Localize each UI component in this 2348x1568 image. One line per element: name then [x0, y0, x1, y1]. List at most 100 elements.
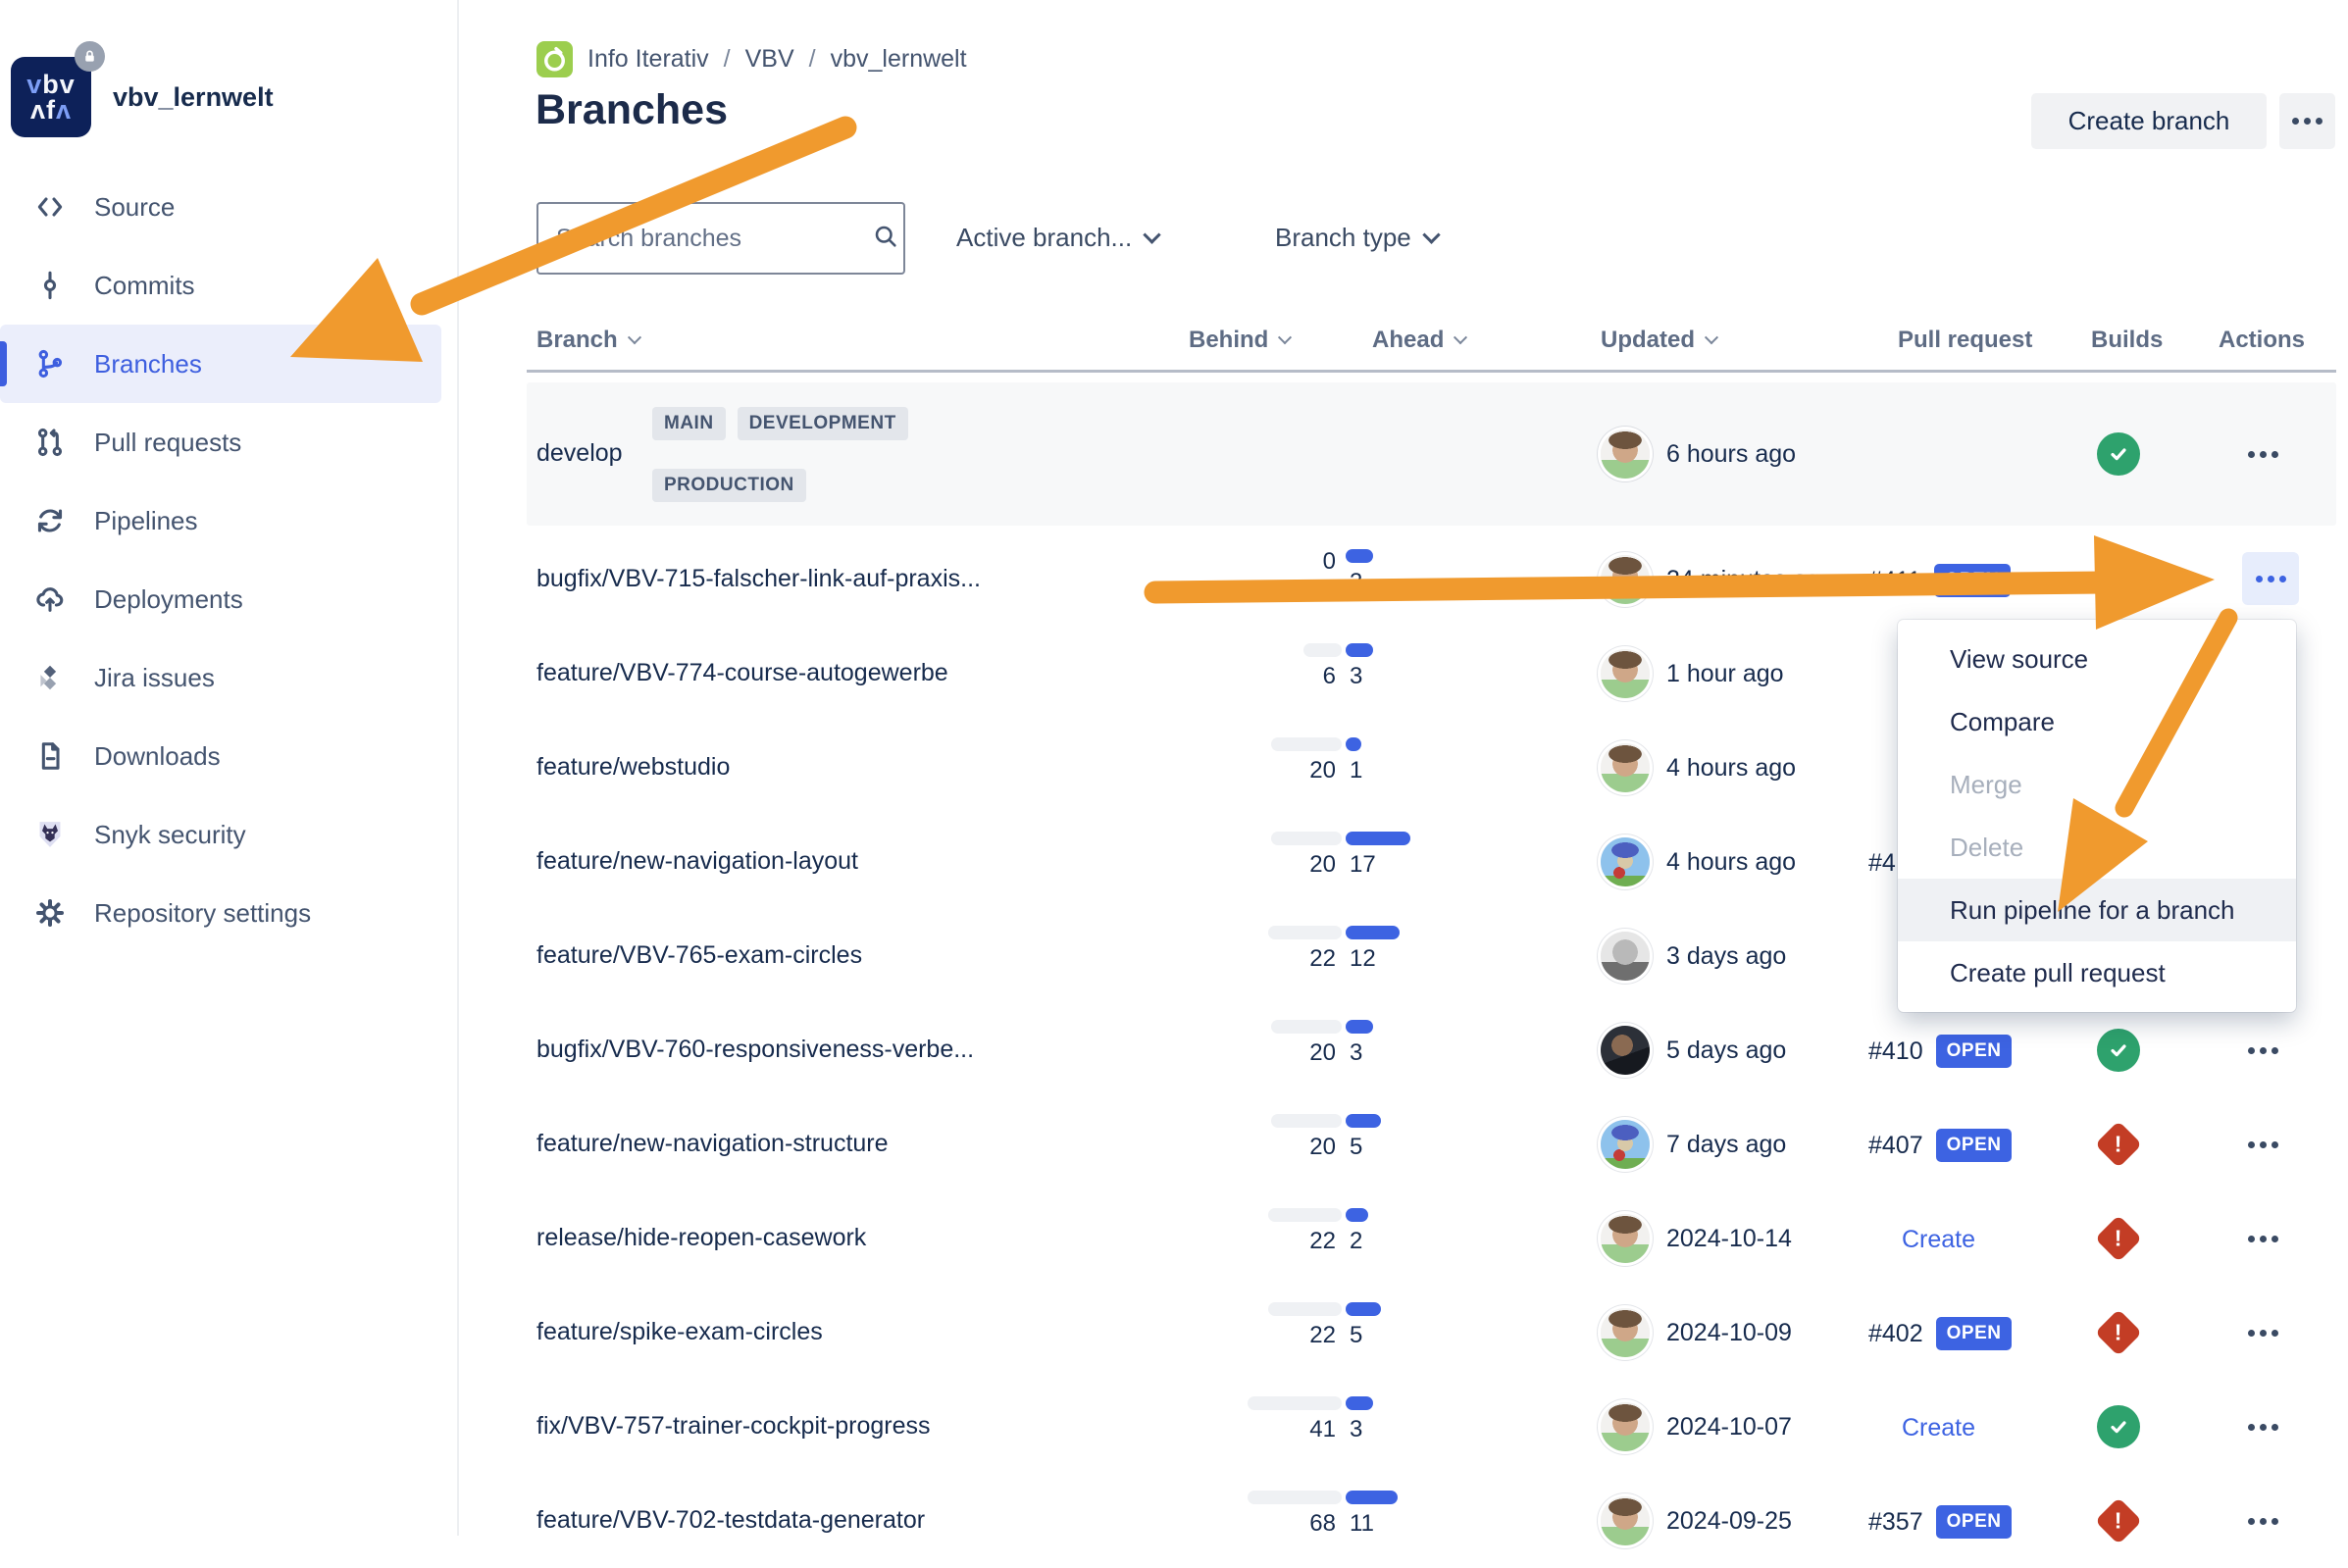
row-actions-button-active[interactable] [2242, 552, 2299, 605]
column-header-builds: Builds [2091, 327, 2163, 354]
build-status-success-icon[interactable] [2097, 1405, 2140, 1448]
branch-link[interactable]: feature/VBV-765-exam-circles [536, 941, 862, 970]
ahead-bar [1346, 1114, 1381, 1128]
ahead-count: 1 [1350, 758, 1362, 784]
behind-bar [1268, 1302, 1342, 1316]
search-input[interactable] [538, 225, 872, 253]
behind-count: 20 [1309, 1040, 1336, 1066]
create-pull-request-link[interactable]: Create [1902, 1226, 1975, 1254]
behind-count: 22 [1309, 946, 1336, 972]
breadcrumb-repo[interactable]: vbv_lernwelt [831, 45, 967, 74]
menu-item-create-pull-request[interactable]: Create pull request [1898, 941, 2296, 1004]
menu-item-view-source[interactable]: View source [1898, 628, 2296, 690]
pull-request-link[interactable]: #407 [1868, 1132, 1923, 1160]
build-status-success-icon[interactable] [2097, 432, 2140, 476]
sidebar-item-label: Pipelines [94, 506, 198, 536]
updated-time: 3 days ago [1666, 942, 1786, 971]
create-branch-button[interactable]: Create branch [2031, 93, 2267, 149]
ahead-count: 3 [1350, 664, 1362, 689]
updated-cell: 24 minutes ago [1601, 555, 1834, 604]
sidebar-item-repository-settings[interactable]: Repository settings [0, 874, 441, 952]
breadcrumb-workspace[interactable]: Info Iterativ [587, 45, 709, 74]
sort-chevron-icon [1705, 330, 1718, 344]
sidebar-item-source[interactable]: Source [0, 168, 441, 246]
build-status-failed-icon[interactable]: ! [2095, 1215, 2142, 1262]
row-actions-button[interactable] [2248, 1037, 2278, 1064]
branch-link[interactable]: feature/VBV-774-course-autogewerbe [536, 659, 948, 687]
repo-name: vbv_lernwelt [113, 82, 274, 113]
menu-item-merge: Merge [1898, 753, 2296, 816]
column-header-updated[interactable]: Updated [1601, 327, 1716, 354]
create-pull-request-link[interactable]: Create [1902, 1414, 1975, 1442]
pull-request-link[interactable]: #411 [1868, 567, 1921, 595]
build-status-failed-icon[interactable]: ! [2095, 1309, 2142, 1356]
jira-icon [33, 661, 67, 694]
row-actions-button[interactable] [2248, 440, 2278, 468]
updated-cell: 2024-10-09 [1601, 1308, 1792, 1357]
ahead-bar [1346, 737, 1361, 751]
avatar [1601, 430, 1650, 479]
branch-link[interactable]: feature/spike-exam-circles [536, 1318, 823, 1346]
ahead-count: 3 [1350, 570, 1362, 595]
updated-cell: 3 days ago [1601, 932, 1786, 981]
row-actions-button[interactable] [2248, 1225, 2278, 1252]
behind-indicator: 22 [1195, 1208, 1342, 1254]
branch-type-filter[interactable]: Branch type [1275, 220, 1438, 255]
sidebar-item-jira-issues[interactable]: Jira issues [0, 638, 441, 717]
build-status-failed-icon[interactable]: ! [2095, 1497, 2142, 1544]
row-actions-button[interactable] [2248, 1131, 2278, 1158]
sidebar-item-deployments[interactable]: Deployments [0, 560, 441, 638]
sidebar-item-label: Source [94, 192, 175, 223]
repo-logo[interactable]: vbv ʌfʌ [11, 57, 91, 137]
branch-link[interactable]: fix/VBV-757-trainer-cockpit-progress [536, 1412, 931, 1441]
lock-icon [75, 41, 105, 72]
pull-request-link[interactable]: #402 [1868, 1320, 1923, 1348]
breadcrumb-project[interactable]: VBV [745, 45, 794, 74]
workspace-avatar-icon[interactable] [536, 41, 573, 77]
updated-time: 2024-10-07 [1666, 1413, 1792, 1442]
pull-request-link[interactable]: #357 [1868, 1508, 1923, 1537]
menu-item-run-pipeline-for-a-branch[interactable]: Run pipeline for a branch [1898, 879, 2296, 941]
pull-request-link[interactable]: #410 [1868, 1037, 1923, 1066]
column-header-branch[interactable]: Branch [536, 327, 639, 354]
ahead-indicator: 3 [1346, 1396, 1493, 1442]
pull-request-link[interactable]: #4 [1868, 849, 1896, 878]
breadcrumb-separator: / [809, 45, 816, 74]
updated-time: 4 hours ago [1666, 848, 1796, 877]
behind-bar [1248, 1491, 1342, 1504]
column-header-ahead[interactable]: Ahead [1372, 327, 1465, 354]
branch-link[interactable]: feature/VBV-702-testdata-generator [536, 1506, 925, 1535]
column-header-pull-request: Pull request [1898, 327, 2032, 354]
behind-bar [1268, 926, 1342, 939]
branch-link[interactable]: release/hide-reopen-casework [536, 1224, 866, 1252]
build-status-failed-icon[interactable]: ! [2095, 1121, 2142, 1168]
row-actions-button[interactable] [2248, 1413, 2278, 1441]
branch-link[interactable]: feature/webstudio [536, 753, 730, 782]
page-more-button[interactable] [2279, 93, 2335, 149]
active-branches-filter[interactable]: Active branch... [956, 220, 1158, 255]
branch-link[interactable]: bugfix/VBV-715-falscher-link-auf-praxis.… [536, 565, 981, 593]
sidebar-item-label: Deployments [94, 584, 243, 615]
more-icon [2292, 118, 2322, 125]
branch-link[interactable]: develop [536, 439, 623, 468]
row-actions-button[interactable] [2248, 1319, 2278, 1346]
sidebar-item-commits[interactable]: Commits [0, 246, 441, 325]
build-status-inprogress-icon[interactable] [2097, 558, 2140, 601]
sidebar-item-snyk-security[interactable]: Snyk security [0, 795, 441, 874]
updated-cell: 1 hour ago [1601, 649, 1784, 698]
sidebar-item-branches[interactable]: Branches [0, 325, 441, 403]
column-header-behind[interactable]: Behind [1189, 327, 1290, 354]
branch-link[interactable]: feature/new-navigation-structure [536, 1130, 889, 1158]
sidebar-item-downloads[interactable]: Downloads [0, 717, 441, 795]
pull-request-cell: #4 [1868, 844, 1896, 882]
menu-item-compare[interactable]: Compare [1898, 690, 2296, 753]
branch-link[interactable]: feature/new-navigation-layout [536, 847, 858, 876]
sidebar-item-pull-requests[interactable]: Pull requests [0, 403, 441, 481]
sidebar-item-pipelines[interactable]: Pipelines [0, 481, 441, 560]
build-status-success-icon[interactable] [2097, 1029, 2140, 1072]
ahead-indicator: 1 [1346, 737, 1493, 784]
branch-link[interactable]: bugfix/VBV-760-responsiveness-verbe... [536, 1036, 974, 1064]
updated-time: 24 minutes ago [1666, 566, 1834, 594]
row-actions-button[interactable] [2248, 1507, 2278, 1535]
updated-cell: 2024-09-25 [1601, 1496, 1792, 1545]
